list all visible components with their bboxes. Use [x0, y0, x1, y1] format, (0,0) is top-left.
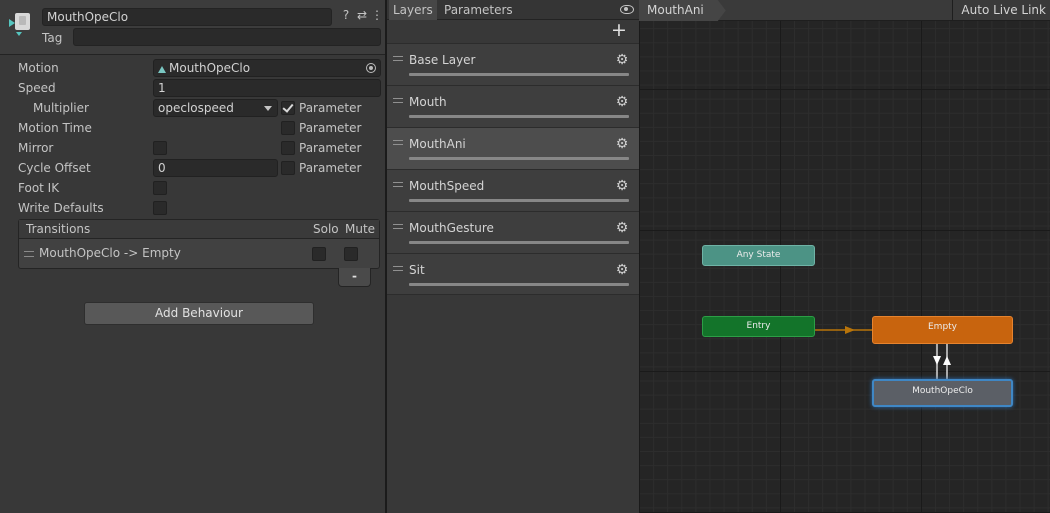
- mirror-parameter-checkbox[interactable]: [281, 141, 295, 155]
- layer-name: MouthAni: [409, 137, 466, 151]
- mirror-parameter-label: Parameter: [299, 141, 362, 155]
- motion-time-parameter-checkbox[interactable]: [281, 121, 295, 135]
- mirror-checkbox[interactable]: [153, 141, 167, 155]
- gear-icon[interactable]: ⚙: [615, 95, 629, 109]
- motion-time-label: Motion Time: [18, 121, 92, 135]
- entry-transition-arrowhead: [845, 326, 855, 334]
- add-layer-button[interactable]: +: [609, 20, 629, 40]
- layer-name: MouthSpeed: [409, 179, 485, 193]
- state-name-field[interactable]: MouthOpeClo: [42, 8, 332, 26]
- layer-item-base-layer[interactable]: Base Layer ⚙: [387, 43, 639, 85]
- auto-live-link-toggle[interactable]: Auto Live Link: [952, 0, 1050, 21]
- mute-column-label: Mute: [345, 222, 376, 236]
- eye-icon[interactable]: [620, 5, 634, 14]
- layers-panel: Layers Parameters + Base Layer ⚙ Mouth ⚙…: [387, 0, 639, 513]
- drag-handle-icon[interactable]: [24, 251, 34, 257]
- drag-handle-icon[interactable]: [393, 224, 403, 229]
- layers-tab-bar: Layers Parameters: [387, 0, 639, 20]
- gear-icon[interactable]: ⚙: [615, 137, 629, 151]
- transitions-title: Transitions: [26, 222, 91, 236]
- layer-item-mouth[interactable]: Mouth ⚙: [387, 85, 639, 127]
- drag-handle-icon[interactable]: [393, 98, 403, 103]
- layer-weight-bar: [409, 73, 629, 76]
- mirror-label: Mirror: [18, 141, 54, 155]
- write-defaults-label: Write Defaults: [18, 201, 104, 215]
- up-arrowhead: [943, 356, 951, 365]
- speed-label: Speed: [18, 81, 56, 95]
- layer-item-sit[interactable]: Sit ⚙: [387, 253, 639, 295]
- multiplier-value: opeclospeed: [158, 101, 234, 115]
- help-icon[interactable]: ?: [339, 8, 353, 22]
- tab-layers[interactable]: Layers: [389, 0, 437, 20]
- graph-toolbar: MouthAni Auto Live Link: [639, 0, 1050, 21]
- multiplier-parameter-label: Parameter: [299, 101, 362, 115]
- layer-weight-bar: [409, 199, 629, 202]
- inspector-panel: MouthOpeClo ? ⇄ ⋮ Tag Motion MouthOpeClo…: [0, 0, 385, 513]
- cycle-offset-label: Cycle Offset: [18, 161, 91, 175]
- breadcrumb[interactable]: MouthAni: [639, 0, 726, 21]
- animator-state-icon: [9, 13, 30, 36]
- layer-weight-bar: [409, 157, 629, 160]
- layer-item-mouthani[interactable]: MouthAni ⚙: [387, 127, 639, 169]
- tag-label: Tag: [42, 31, 63, 45]
- entry-node[interactable]: Entry: [702, 316, 815, 337]
- gear-icon[interactable]: ⚙: [615, 263, 629, 277]
- object-picker-icon[interactable]: [366, 63, 376, 73]
- transition-arrows: [815, 326, 951, 379]
- foot-ik-checkbox[interactable]: [153, 181, 167, 195]
- mouthopeclo-state-node[interactable]: MouthOpeClo: [872, 379, 1013, 407]
- gear-icon[interactable]: ⚙: [615, 179, 629, 193]
- transition-label: MouthOpeClo -> Empty: [39, 246, 181, 260]
- tab-parameters[interactable]: Parameters: [440, 0, 517, 20]
- layer-name: MouthGesture: [409, 221, 494, 235]
- transition-mute-checkbox[interactable]: [344, 247, 358, 261]
- more-icon[interactable]: ⋮: [370, 8, 384, 22]
- inspector-header: MouthOpeClo ? ⇄ ⋮ Tag: [0, 0, 385, 55]
- foot-ik-label: Foot IK: [18, 181, 60, 195]
- layer-item-mouthgesture[interactable]: MouthGesture ⚙: [387, 211, 639, 253]
- multiplier-parameter-checkbox[interactable]: [281, 101, 295, 115]
- speed-field[interactable]: 1: [153, 79, 381, 97]
- chevron-down-icon: [264, 106, 272, 111]
- transition-row[interactable]: MouthOpeClo -> Empty: [19, 239, 379, 269]
- animator-graph[interactable]: MouthAni Auto Live Link Any State Entry …: [639, 0, 1050, 513]
- remove-transition-button[interactable]: -: [338, 268, 371, 287]
- cycle-offset-parameter-label: Parameter: [299, 161, 362, 175]
- layer-weight-bar: [409, 283, 629, 286]
- motion-label: Motion: [18, 61, 59, 75]
- any-state-node[interactable]: Any State: [702, 245, 815, 266]
- motion-value: MouthOpeClo: [169, 61, 251, 75]
- layer-weight-bar: [409, 115, 629, 118]
- motion-field[interactable]: MouthOpeClo: [153, 59, 381, 77]
- write-defaults-checkbox[interactable]: [153, 201, 167, 215]
- layer-item-mouthspeed[interactable]: MouthSpeed ⚙: [387, 169, 639, 211]
- empty-state-node[interactable]: Empty: [872, 316, 1013, 344]
- drag-handle-icon[interactable]: [393, 182, 403, 187]
- preset-icon[interactable]: ⇄: [355, 8, 369, 22]
- solo-column-label: Solo: [313, 222, 339, 236]
- drag-handle-icon[interactable]: [393, 140, 403, 145]
- down-arrowhead: [933, 356, 941, 365]
- layer-name: Base Layer: [409, 53, 476, 67]
- drag-handle-icon[interactable]: [393, 56, 403, 61]
- add-behaviour-button[interactable]: Add Behaviour: [84, 302, 314, 325]
- motion-time-parameter-label: Parameter: [299, 121, 362, 135]
- multiplier-label: Multiplier: [33, 101, 89, 115]
- animation-clip-icon: [158, 66, 166, 73]
- drag-handle-icon[interactable]: [393, 266, 403, 271]
- transitions-list: Transitions Solo Mute MouthOpeClo -> Emp…: [18, 219, 380, 269]
- cycle-offset-parameter-checkbox[interactable]: [281, 161, 295, 175]
- layer-name: Mouth: [409, 95, 447, 109]
- transition-solo-checkbox[interactable]: [312, 247, 326, 261]
- multiplier-dropdown[interactable]: opeclospeed: [153, 99, 278, 117]
- tag-field[interactable]: [73, 28, 381, 46]
- layer-weight-bar: [409, 241, 629, 244]
- gear-icon[interactable]: ⚙: [615, 53, 629, 67]
- transitions-header: Transitions Solo Mute: [19, 220, 379, 239]
- cycle-offset-field[interactable]: 0: [153, 159, 278, 177]
- layer-name: Sit: [409, 263, 425, 277]
- gear-icon[interactable]: ⚙: [615, 221, 629, 235]
